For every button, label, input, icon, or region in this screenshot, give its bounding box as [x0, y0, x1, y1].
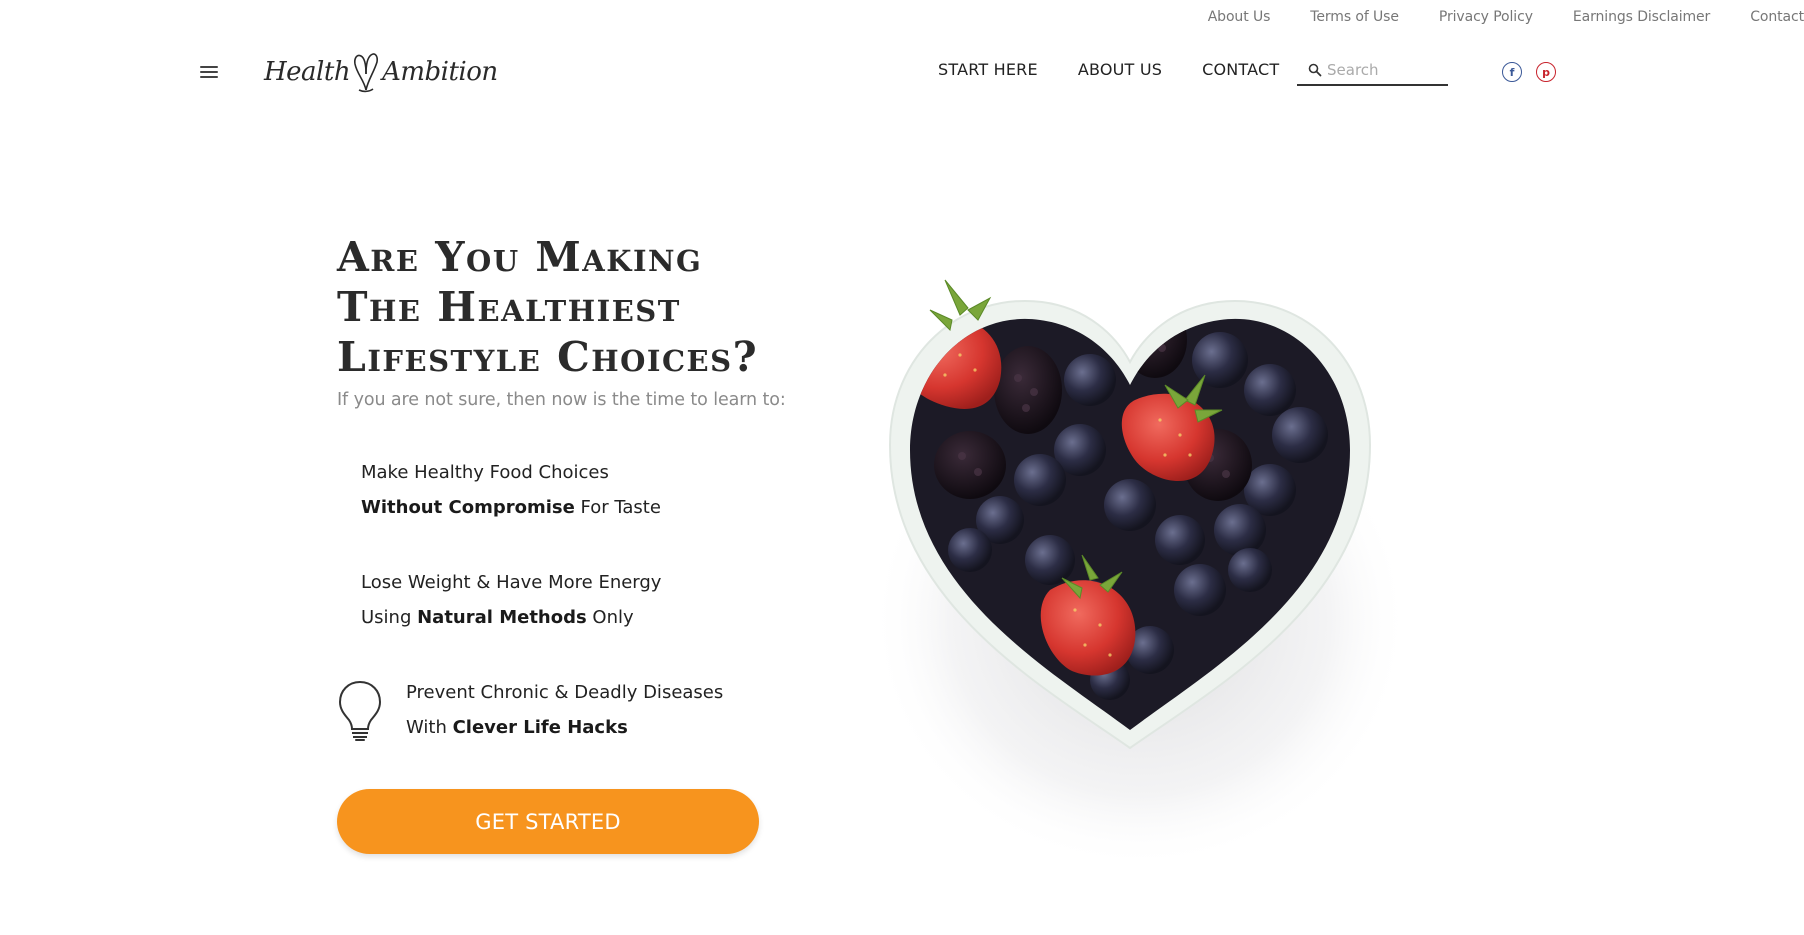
nav-link-about-us[interactable]: ABOUT US: [1078, 60, 1162, 79]
nav-link-contact[interactable]: CONTACT: [1202, 60, 1279, 79]
benefit-food-rest: For Taste: [574, 497, 661, 518]
benefit-item-food: Make Healthy Food Choices Without Compro…: [361, 455, 661, 525]
pinterest-icon[interactable]: p: [1536, 62, 1556, 82]
benefit-diseases-bold: Clever Life Hacks: [452, 717, 628, 738]
hero-title: Are You Making The Healthiest Lifestyle …: [337, 232, 817, 382]
heart-bowl-berries-image: [870, 279, 1410, 870]
search-box: [1297, 56, 1448, 86]
benefit-text-energy: Lose Weight & Have More Energy Using Nat…: [361, 565, 661, 635]
nav-link-start-here[interactable]: START HERE: [938, 60, 1038, 79]
utility-link-terms-of-use[interactable]: Terms of Use: [1310, 9, 1399, 25]
benefit-food-line-1: Make Healthy Food Choices: [361, 462, 609, 483]
hero-title-line-2: The Healthiest: [337, 283, 681, 331]
logo-text-ambition: Ambition: [382, 57, 498, 87]
benefit-item-energy: Lose Weight & Have More Energy Using Nat…: [361, 565, 661, 635]
search-icon[interactable]: [1307, 62, 1323, 78]
benefit-energy-line-1: Lose Weight & Have More Energy: [361, 572, 662, 593]
lightbulb-icon: [338, 680, 382, 741]
social-links: f p: [1502, 62, 1570, 82]
hero-title-line-1: Are You Making: [337, 233, 703, 281]
hero-title-line-3: Lifestyle Choices?: [337, 333, 759, 381]
benefit-energy-rest: Only: [586, 607, 634, 628]
search-input[interactable]: [1327, 61, 1437, 79]
benefit-text-diseases: Prevent Chronic & Deadly Diseases With C…: [406, 675, 723, 745]
utility-link-about-us[interactable]: About Us: [1208, 9, 1271, 25]
benefit-text-food: Make Healthy Food Choices Without Compro…: [361, 455, 661, 525]
get-started-button[interactable]: GET STARTED: [337, 789, 759, 854]
benefit-energy-pre: Using: [361, 607, 418, 628]
utility-nav: About Us Terms of Use Privacy Policy Ear…: [1168, 8, 1804, 26]
benefit-food-bold: Without Compromise: [361, 497, 575, 518]
utility-link-contact[interactable]: Contact: [1750, 9, 1804, 25]
hero-section: Are You Making The Healthiest Lifestyle …: [337, 232, 817, 410]
leaf-logo-icon: [354, 53, 379, 93]
hero-subtitle: If you are not sure, then now is the tim…: [337, 390, 786, 410]
logo-text-health: Health: [264, 57, 351, 87]
benefit-diseases-line-1: Prevent Chronic & Deadly Diseases: [406, 682, 724, 703]
site-header: Health Ambition START HERE ABOUT US CONT…: [0, 40, 1804, 104]
utility-link-privacy-policy[interactable]: Privacy Policy: [1439, 9, 1533, 25]
benefit-item-diseases: Prevent Chronic & Deadly Diseases With C…: [337, 675, 723, 745]
benefit-energy-bold: Natural Methods: [417, 607, 587, 628]
menu-icon[interactable]: [200, 66, 218, 80]
utility-link-earnings-disclaimer[interactable]: Earnings Disclaimer: [1573, 9, 1710, 25]
main-nav: START HERE ABOUT US CONTACT: [938, 60, 1319, 79]
benefit-diseases-pre: With: [406, 717, 453, 738]
site-logo[interactable]: Health Ambition: [264, 48, 498, 96]
facebook-icon[interactable]: f: [1502, 62, 1522, 82]
